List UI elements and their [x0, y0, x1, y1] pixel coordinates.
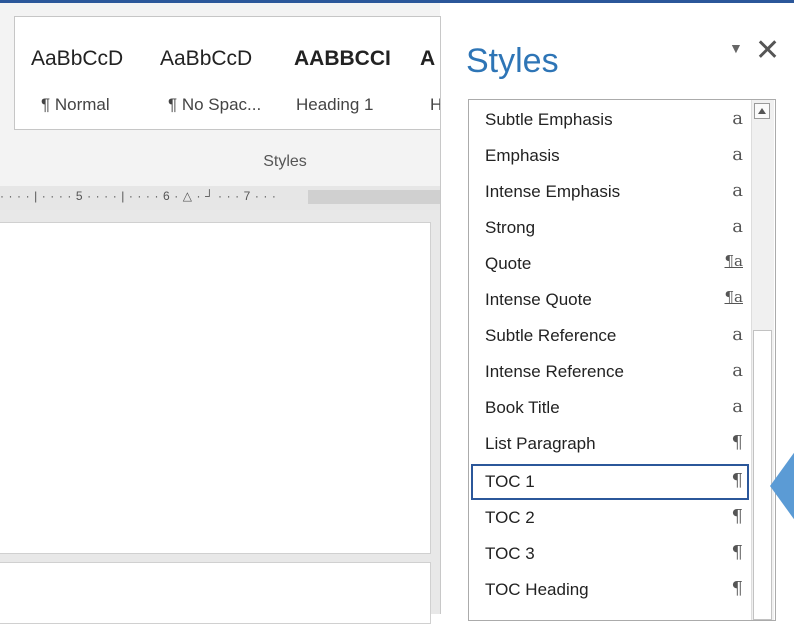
- style-item-label: TOC 2: [485, 508, 535, 527]
- styles-group-label: Styles: [263, 153, 307, 170]
- style-tile-heading-2[interactable]: A H: [420, 17, 441, 129]
- linked-style-icon: ¶a: [724, 288, 744, 306]
- character-style-icon: a: [732, 324, 743, 345]
- style-item-list-paragraph[interactable]: List Paragraph ¶: [471, 426, 749, 462]
- style-item-toc-heading[interactable]: TOC Heading ¶: [471, 572, 749, 608]
- style-tile-normal[interactable]: AaBbCcD ¶ Normal: [31, 17, 171, 129]
- style-item-label: Quote: [485, 254, 532, 273]
- style-item-subtle-reference[interactable]: Subtle Reference a: [471, 318, 749, 354]
- linked-style-icon: ¶a: [724, 252, 744, 270]
- style-item-intense-reference[interactable]: Intense Reference a: [471, 354, 749, 390]
- style-item-quote[interactable]: Quote ¶a: [471, 246, 749, 282]
- character-style-icon: a: [732, 144, 743, 165]
- style-item-label: TOC 3: [485, 544, 535, 563]
- pane-title: Styles: [466, 42, 559, 80]
- style-item-book-title[interactable]: Book Title a: [471, 390, 749, 426]
- style-tile-no-spacing[interactable]: AaBbCcD ¶ No Spac...: [160, 17, 300, 129]
- character-style-icon: a: [732, 216, 743, 237]
- style-item-label: Intense Quote: [485, 290, 592, 309]
- style-item-subtle-emphasis[interactable]: Subtle Emphasis a: [471, 102, 749, 138]
- style-preview: A: [420, 47, 436, 70]
- style-name: Heading 1: [296, 95, 374, 114]
- styles-gallery[interactable]: AaBbCcD ¶ Normal AaBbCcD ¶ No Spac... AA…: [14, 16, 441, 130]
- style-item-intense-emphasis[interactable]: Intense Emphasis a: [471, 174, 749, 210]
- style-item-strong[interactable]: Strong a: [471, 210, 749, 246]
- horizontal-ruler[interactable]: · · · · | · · · · 5 · · · · | · · · · 6 …: [0, 186, 440, 210]
- paragraph-style-icon: ¶: [731, 470, 743, 491]
- ribbon-styles-group: AaBbCcD ¶ Normal AaBbCcD ¶ No Spac... AA…: [0, 3, 441, 186]
- style-item-label: Subtle Reference: [485, 326, 617, 345]
- style-item-label: TOC 1: [485, 472, 535, 491]
- style-item-toc-2[interactable]: TOC 2 ¶: [471, 500, 749, 536]
- style-item-label: Subtle Emphasis: [485, 110, 613, 129]
- paragraph-style-icon: ¶: [731, 578, 743, 599]
- scroll-up-icon[interactable]: [754, 103, 770, 119]
- style-item-toc-3[interactable]: TOC 3 ¶: [471, 536, 749, 572]
- style-preview: AaBbCcD: [31, 47, 124, 70]
- style-item-emphasis[interactable]: Emphasis a: [471, 138, 749, 174]
- style-item-label: Strong: [485, 218, 536, 237]
- document-area: [0, 210, 440, 624]
- style-preview: AABBCCI: [294, 47, 391, 70]
- character-style-icon: a: [732, 360, 743, 381]
- paragraph-style-icon: ¶: [731, 506, 743, 527]
- style-item-label: Intense Emphasis: [485, 182, 621, 201]
- style-item-label: List Paragraph: [485, 434, 596, 453]
- styles-list-scrollbar[interactable]: [751, 100, 774, 620]
- style-item-label: Intense Reference: [485, 362, 624, 381]
- character-style-icon: a: [732, 108, 743, 129]
- style-item-label: Book Title: [485, 398, 560, 417]
- document-page-next[interactable]: [0, 562, 431, 624]
- pane-options-dropdown-icon[interactable]: ▼: [729, 40, 743, 56]
- style-item-intense-quote[interactable]: Intense Quote ¶a: [471, 282, 749, 318]
- document-page[interactable]: [0, 222, 431, 554]
- paragraph-style-icon: ¶: [731, 542, 743, 563]
- paragraph-style-icon: ¶: [731, 432, 743, 453]
- style-preview: AaBbCcD: [160, 47, 253, 70]
- callout-pointer-icon: [770, 450, 794, 522]
- close-icon[interactable]: ✕: [755, 33, 780, 68]
- style-item-toc-1[interactable]: TOC 1 ¶: [471, 464, 749, 500]
- style-name: ¶ No Spac...: [168, 95, 262, 114]
- ruler-ticks: · · · · | · · · · 5 · · · · | · · · · 6 …: [0, 189, 277, 203]
- style-item-label: TOC Heading: [485, 580, 589, 599]
- style-item-label: Emphasis: [485, 146, 560, 165]
- character-style-icon: a: [732, 180, 743, 201]
- ruler-right-margin: [308, 190, 440, 204]
- style-name: ¶ Normal: [41, 95, 110, 114]
- style-tile-heading-1[interactable]: AABBCCI Heading 1: [294, 17, 434, 129]
- character-style-icon: a: [732, 396, 743, 417]
- styles-list: Subtle Emphasis a Emphasis a Intense Emp…: [468, 99, 776, 621]
- styles-pane: Styles ▼ ✕ Subtle Emphasis a Emphasis a …: [440, 16, 794, 621]
